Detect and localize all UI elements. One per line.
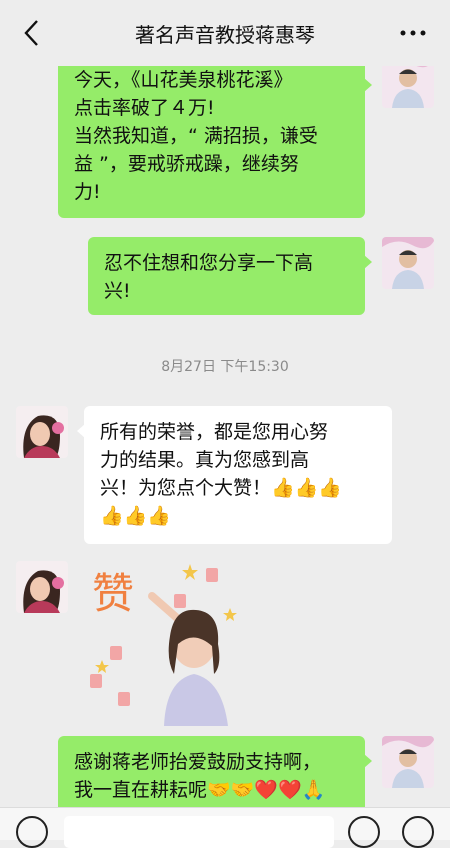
plus-icon[interactable] <box>402 816 434 848</box>
emoji-icon[interactable] <box>348 816 380 848</box>
sticker-thumbs-up[interactable]: 赞 <box>82 556 252 726</box>
message-bubble-outgoing[interactable]: 今天，《山花美泉桃花溪》 点击率破了４万! 当然我知道，“ 满招损，谦受 益 ”… <box>58 60 372 218</box>
message-timestamp: 8月27日 下午15:30 <box>161 359 289 375</box>
message-bubble-incoming[interactable]: 所有的荣誉，都是您用心努 力的结果。真为您感到高 兴！为您点个大赞！👍👍👍 👍👍… <box>77 406 392 544</box>
message-bubble-outgoing[interactable]: 忍不住想和您分享一下高 兴! <box>88 237 372 315</box>
more-dots-icon[interactable] <box>398 20 428 46</box>
my-avatar[interactable] <box>382 736 434 788</box>
contact-avatar[interactable] <box>16 406 68 458</box>
sticker-zan-glyph: 赞 <box>92 569 134 618</box>
chat-header: 著名声音教授蒋惠琴 <box>0 0 450 66</box>
message-input[interactable] <box>64 816 334 848</box>
chat-title: 著名声音教授蒋惠琴 <box>135 22 315 47</box>
chevron-left-icon[interactable] <box>20 18 44 48</box>
chat-area: 今天，《山花美泉桃花溪》 点击率破了４万! 当然我知道，“ 满招损，谦受 益 ”… <box>0 0 450 840</box>
input-bar <box>0 807 450 848</box>
contact-avatar[interactable] <box>16 561 68 613</box>
my-avatar[interactable] <box>382 237 434 289</box>
message-bubble-outgoing[interactable]: 感谢蒋老师抬爱鼓励支持啊， 我一直在耕耘呢🤝🤝❤️❤️🙏 <box>58 736 372 814</box>
voice-icon[interactable] <box>16 816 48 848</box>
